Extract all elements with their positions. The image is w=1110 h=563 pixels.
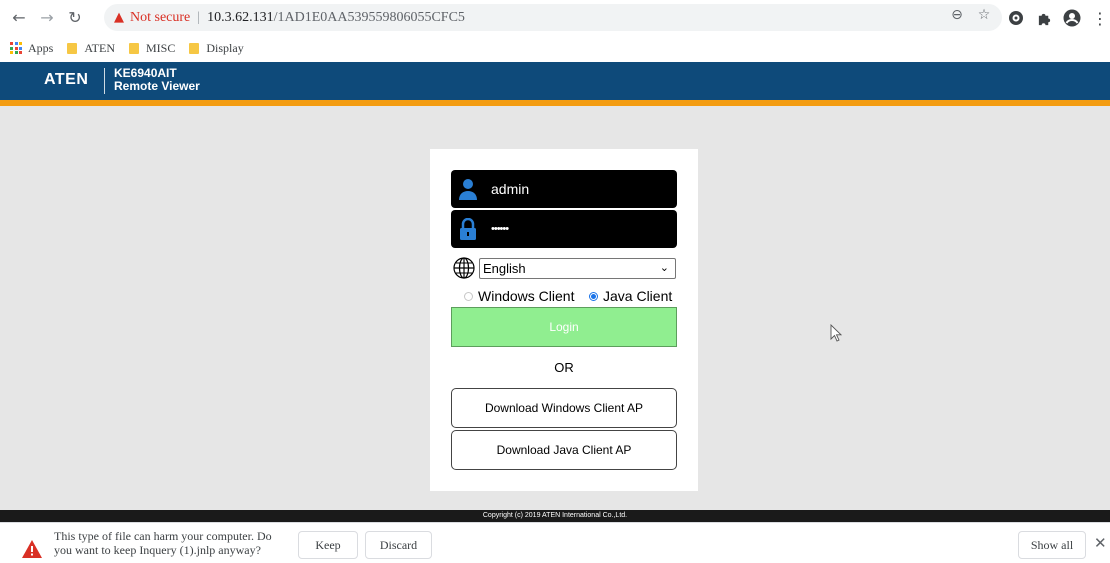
bookmark-label: ATEN (84, 40, 116, 55)
extension-icon[interactable] (1006, 8, 1026, 28)
url-path[interactable]: /1AD1E0AA539559806055CFC5 (274, 10, 465, 26)
folder-icon (189, 42, 200, 54)
reload-icon[interactable]: ↻ (64, 6, 86, 28)
bookmark-display[interactable]: Display (189, 40, 244, 56)
download-warning-message: This type of file can harm your computer… (54, 529, 294, 557)
bookmark-label: Apps (28, 40, 54, 55)
radio-java-client[interactable]: Java Client (589, 288, 672, 304)
language-select[interactable]: English ⌄ (479, 258, 676, 279)
chevron-down-icon: ⌄ (659, 261, 669, 274)
lock-icon (457, 216, 479, 242)
download-windows-client-button[interactable]: Download Windows Client AP (451, 388, 677, 428)
download-java-label: Download Java Client AP (496, 443, 632, 457)
show-all-button[interactable]: Show all (1018, 531, 1086, 559)
forward-icon[interactable]: → (36, 6, 58, 28)
logo-divider (104, 68, 105, 94)
bookmark-apps[interactable]: Apps (10, 41, 53, 56)
password-field[interactable]: •••••• (451, 210, 677, 248)
zoom-icon[interactable]: ⊖ (948, 6, 966, 24)
login-button-label: Login (549, 320, 579, 334)
menu-icon[interactable]: ⋮ (1090, 8, 1110, 28)
product-title: KE6940AIT Remote Viewer (114, 67, 200, 93)
username-value: admin (491, 181, 530, 197)
radio-windows[interactable] (464, 291, 473, 301)
language-value: English (483, 261, 526, 276)
password-value: •••••• (491, 223, 509, 235)
user-icon (457, 176, 479, 202)
close-icon[interactable]: ✕ (1094, 534, 1107, 552)
address-bar[interactable]: ▲ Not secure | 10.3.62.131 /1AD1E0AA5395… (104, 4, 1002, 31)
bookmarks-bar: Apps ATEN MISC Display (0, 35, 1110, 61)
bookmark-label: MISC (146, 40, 176, 55)
apps-grid-icon (10, 42, 22, 54)
puzzle-icon[interactable] (1034, 8, 1054, 28)
url-host[interactable]: 10.3.62.131 (207, 10, 274, 26)
mouse-cursor-icon (830, 323, 843, 347)
bookmark-label: Display (206, 40, 244, 55)
or-separator: OR (554, 360, 574, 375)
folder-icon (67, 42, 78, 54)
danger-warning-icon (22, 540, 42, 558)
download-warning-line2: you want to keep Inquery (1).jnlp anyway… (54, 543, 261, 557)
separator: | (197, 9, 201, 25)
star-icon[interactable]: ☆ (975, 6, 993, 24)
bookmark-misc[interactable]: MISC (129, 41, 175, 56)
radio-java[interactable] (589, 291, 598, 301)
warning-icon: ▲ (114, 10, 124, 25)
username-field[interactable]: admin (451, 170, 677, 208)
back-icon[interactable]: ← (8, 6, 30, 28)
download-windows-label: Download Windows Client AP (484, 401, 644, 415)
radio-windows-label: Windows Client (478, 288, 575, 304)
globe-icon (453, 257, 475, 279)
download-warning-line1: This type of file can harm your computer… (54, 529, 272, 543)
aten-logo: ATEN (44, 71, 89, 88)
discard-button[interactable]: Discard (365, 531, 432, 559)
keep-button[interactable]: Keep (298, 531, 358, 559)
profile-icon[interactable] (1062, 8, 1082, 28)
security-label[interactable]: Not secure (130, 10, 190, 26)
browser-toolbar: ← → ↻ ▲ Not secure | 10.3.62.131 /1AD1E0… (0, 0, 1110, 35)
folder-icon (129, 42, 140, 54)
copyright-footer: Copyright (c) 2019 ATEN International Co… (0, 510, 1110, 522)
radio-java-label: Java Client (603, 288, 673, 304)
login-button[interactable]: Login (451, 307, 677, 347)
download-java-client-button[interactable]: Download Java Client AP (451, 430, 677, 470)
product-subtitle: Remote Viewer (114, 79, 200, 93)
bookmark-aten[interactable]: ATEN (67, 41, 115, 56)
radio-windows-client[interactable]: Windows Client (464, 288, 574, 304)
